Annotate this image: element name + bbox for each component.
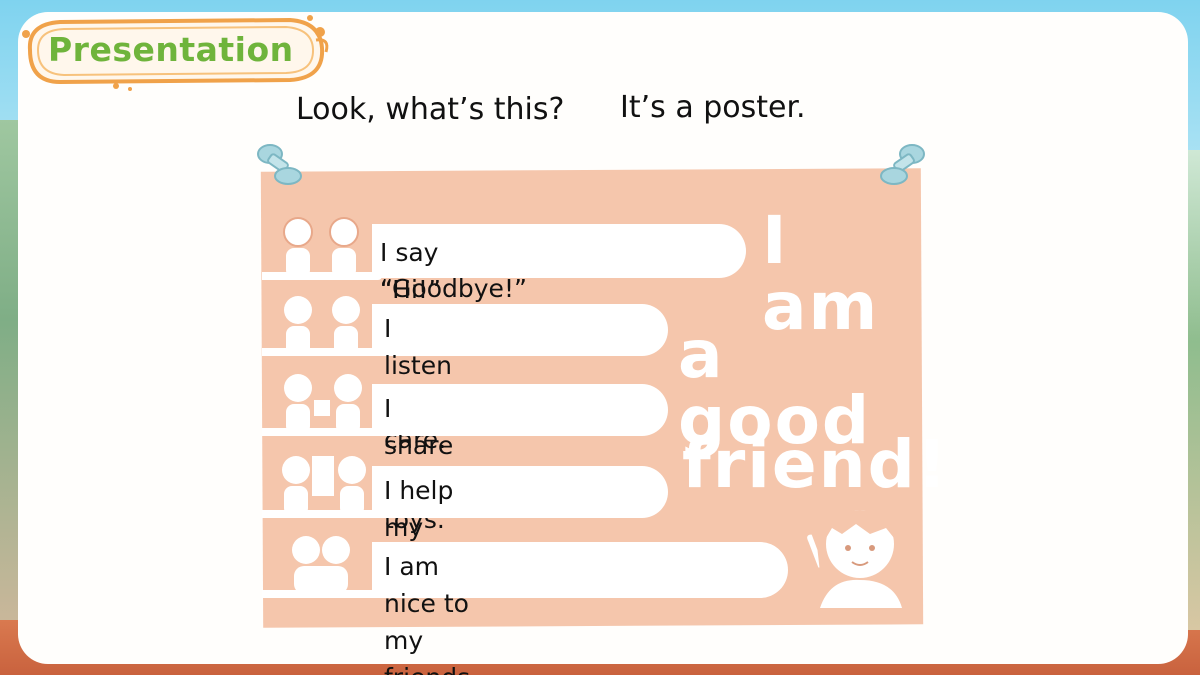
row-text-line: I am nice to my friends.: [384, 552, 478, 675]
boy-thumbs-up-icon: [806, 510, 902, 608]
slogan-line: I am: [762, 202, 880, 345]
pushpin-right-icon: [880, 144, 925, 185]
answer-text: It’s a poster.: [620, 90, 806, 125]
question-text: Look, what’s this?: [296, 92, 565, 127]
presentation-badge: Presentation: [20, 12, 329, 91]
poster: I say “Hi!” and “Goodbye!” I listen with…: [257, 144, 947, 675]
slogan-line: friend!: [682, 426, 949, 503]
row-text-line: “Goodbye!”: [380, 274, 527, 303]
pushpin-left-icon: [257, 144, 302, 185]
badge-label: Presentation: [48, 30, 294, 69]
